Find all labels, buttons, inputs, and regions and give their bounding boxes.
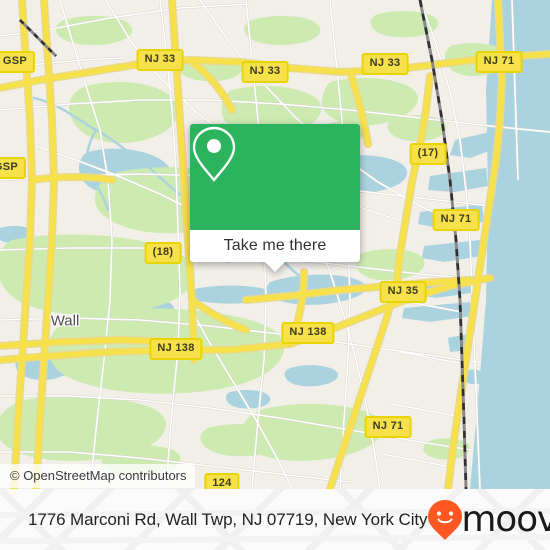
highway-shield: 124 [204, 473, 240, 489]
highway-shield: NJ 33 [136, 49, 184, 71]
destination-callout[interactable]: Take me there [190, 124, 360, 272]
callout-label: Take me there [223, 237, 327, 254]
highway-shield: NJ 71 [364, 416, 412, 438]
map-screenshot: GSP NJ 33 NJ 33 NJ 33 NJ 71 GSP (17) NJ 71 (18) N… [0, 0, 550, 550]
highway-shield: GSP [0, 51, 36, 73]
highway-shield: NJ 71 [432, 209, 480, 231]
moovit-logo[interactable]: moovit [427, 499, 550, 541]
map-pin-icon [192, 126, 236, 182]
highway-shield: (17) [409, 143, 447, 165]
map-attribution[interactable]: © OpenStreetMap contributors [0, 464, 195, 488]
highway-shield: GSP [0, 157, 27, 179]
address-label: 1776 Marconi Rd, Wall Twp, NJ 07719, New… [28, 509, 428, 529]
highway-shield: NJ 33 [361, 53, 409, 75]
moovit-pin-icon [428, 499, 463, 540]
callout-icon-area [190, 124, 360, 230]
highway-shield: NJ 35 [379, 281, 427, 303]
highway-shield: (18) [144, 242, 182, 264]
footer-bar: 1776 Marconi Rd, Wall Twp, NJ 07719, New… [0, 489, 550, 550]
highway-shield: NJ 138 [149, 338, 203, 360]
moovit-wordmark: moovit [461, 498, 550, 540]
place-label: Wall [50, 312, 80, 330]
highway-shield: NJ 71 [475, 51, 523, 73]
map-canvas[interactable]: GSP NJ 33 NJ 33 NJ 33 NJ 71 GSP (17) NJ 71 (18) N… [0, 0, 550, 489]
callout-tail [264, 261, 286, 272]
callout-action-area[interactable]: Take me there [190, 230, 360, 272]
highway-shield: NJ 138 [281, 322, 335, 344]
highway-shield: NJ 33 [241, 61, 289, 83]
